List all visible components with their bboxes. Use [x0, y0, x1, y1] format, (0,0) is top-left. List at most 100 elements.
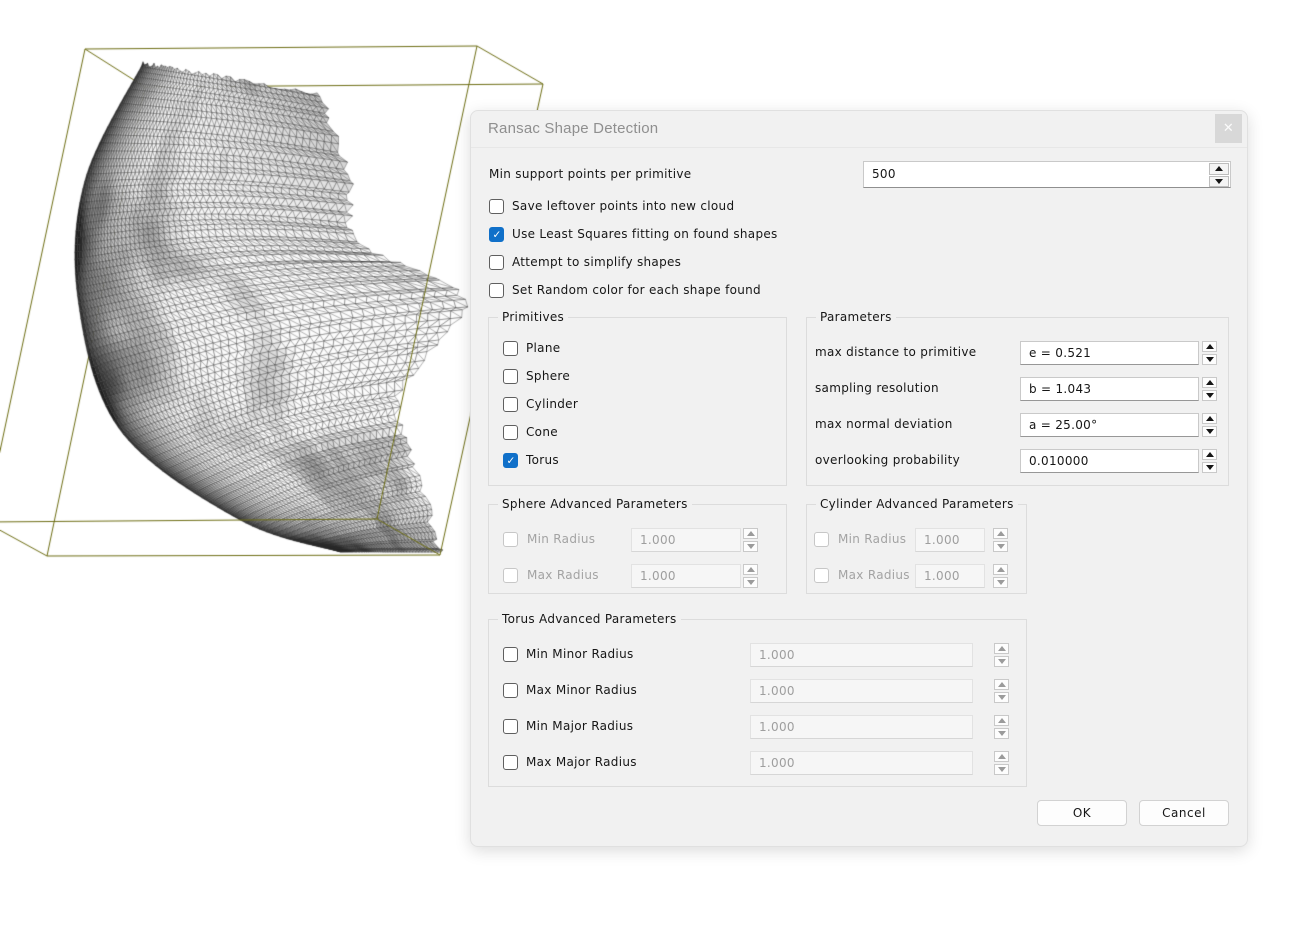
primitives-group-title: Primitives: [498, 309, 568, 325]
sampling-resolution-input[interactable]: b = 1.043: [1020, 377, 1199, 401]
down-arrow-icon: [997, 544, 1005, 549]
spin-down-button[interactable]: [994, 728, 1009, 739]
checkbox-cone-label: Cone: [526, 425, 558, 440]
checkbox-plane[interactable]: [503, 341, 518, 356]
checkbox-simplify-shapes-label: Attempt to simplify shapes: [512, 255, 681, 270]
close-icon[interactable]: ✕: [1215, 114, 1242, 143]
up-arrow-icon: [1206, 380, 1214, 385]
sphere-max-radius-input[interactable]: 1.000: [631, 564, 741, 588]
spin-up-button[interactable]: [1209, 163, 1229, 175]
up-arrow-icon: [1206, 416, 1214, 421]
down-arrow-icon: [1206, 429, 1214, 434]
spin-up-button[interactable]: [743, 528, 758, 539]
checkbox-least-squares-label: Use Least Squares fitting on found shape…: [512, 227, 778, 242]
down-arrow-icon: [998, 695, 1006, 700]
spin-down-button[interactable]: [994, 764, 1009, 775]
checkbox-torus-min-minor-radius[interactable]: [503, 647, 518, 662]
torus-min-major-radius-spinner: [994, 715, 1009, 739]
checkbox-torus-max-major-radius[interactable]: [503, 755, 518, 770]
spin-down-button[interactable]: [1202, 354, 1217, 365]
max-distance-input[interactable]: e = 0.521: [1020, 341, 1199, 365]
checkbox-save-leftover[interactable]: [489, 199, 504, 214]
spin-up-button[interactable]: [994, 715, 1009, 726]
sphere-max-radius-label: Max Radius: [527, 568, 599, 583]
spin-down-button[interactable]: [994, 656, 1009, 667]
up-arrow-icon: [747, 531, 755, 536]
spin-down-button[interactable]: [994, 692, 1009, 703]
spin-up-button[interactable]: [1202, 413, 1217, 424]
checkbox-least-squares[interactable]: [489, 227, 504, 242]
spin-up-button[interactable]: [994, 751, 1009, 762]
spin-up-button[interactable]: [993, 528, 1008, 539]
down-arrow-icon: [1206, 357, 1214, 362]
parameters-group-title: Parameters: [816, 309, 896, 325]
checkbox-torus-max-minor-radius[interactable]: [503, 683, 518, 698]
spin-down-button[interactable]: [1202, 462, 1217, 473]
cancel-button[interactable]: Cancel: [1139, 800, 1229, 826]
up-arrow-icon: [997, 567, 1005, 572]
checkbox-simplify-shapes[interactable]: [489, 255, 504, 270]
checkbox-cylinder[interactable]: [503, 397, 518, 412]
spin-up-button[interactable]: [1202, 377, 1217, 388]
down-arrow-icon: [998, 767, 1006, 772]
sphere-min-radius-spinner: [743, 528, 758, 552]
torus-max-major-radius-input[interactable]: 1.000: [750, 751, 973, 775]
sphere-advanced-title: Sphere Advanced Parameters: [498, 496, 692, 512]
down-arrow-icon: [747, 580, 755, 585]
checkbox-torus-min-major-radius[interactable]: [503, 719, 518, 734]
checkbox-torus[interactable]: [503, 453, 518, 468]
max-normal-deviation-input[interactable]: a = 25.00°: [1020, 413, 1199, 437]
down-arrow-icon: [1206, 465, 1214, 470]
checkbox-random-color[interactable]: [489, 283, 504, 298]
cylinder-min-radius-input[interactable]: 1.000: [915, 528, 985, 552]
checkbox-sphere-min-radius[interactable]: [503, 532, 518, 547]
sphere-advanced-group: Sphere Advanced Parameters Min Radius 1.…: [488, 504, 787, 594]
overlooking-probability-input[interactable]: 0.010000: [1020, 449, 1199, 473]
spin-up-button[interactable]: [1202, 449, 1217, 460]
min-support-label: Min support points per primitive: [489, 167, 691, 182]
max-normal-deviation-spinner: [1202, 413, 1217, 437]
ok-button[interactable]: OK: [1037, 800, 1127, 826]
spin-up-button[interactable]: [743, 564, 758, 575]
down-arrow-icon: [747, 544, 755, 549]
up-arrow-icon: [997, 531, 1005, 536]
min-support-spinner: [1209, 163, 1229, 187]
spin-down-button[interactable]: [993, 541, 1008, 552]
sphere-max-radius-spinner: [743, 564, 758, 588]
checkbox-cylinder-max-radius[interactable]: [814, 568, 829, 583]
cylinder-min-radius-spinner: [993, 528, 1008, 552]
down-arrow-icon: [998, 659, 1006, 664]
up-arrow-icon: [1206, 344, 1214, 349]
spin-down-button[interactable]: [993, 577, 1008, 588]
checkbox-sphere-max-radius[interactable]: [503, 568, 518, 583]
checkbox-sphere[interactable]: [503, 369, 518, 384]
max-distance-spinner: [1202, 341, 1217, 365]
spin-up-button[interactable]: [993, 564, 1008, 575]
overlooking-probability-label: overlooking probability: [815, 453, 960, 468]
down-arrow-icon: [997, 580, 1005, 585]
dialog-titlebar[interactable]: Ransac Shape Detection ✕: [471, 111, 1247, 148]
cylinder-max-radius-input[interactable]: 1.000: [915, 564, 985, 588]
parameters-group: Parameters max distance to primitive e =…: [806, 317, 1229, 486]
spin-up-button[interactable]: [994, 679, 1009, 690]
torus-min-minor-radius-input[interactable]: 1.000: [750, 643, 973, 667]
checkbox-cone[interactable]: [503, 425, 518, 440]
up-arrow-icon: [1215, 166, 1223, 171]
spin-down-button[interactable]: [1209, 176, 1229, 188]
spin-down-button[interactable]: [1202, 390, 1217, 401]
up-arrow-icon: [998, 646, 1006, 651]
checkbox-cylinder-min-radius[interactable]: [814, 532, 829, 547]
spin-down-button[interactable]: [743, 541, 758, 552]
spin-up-button[interactable]: [994, 643, 1009, 654]
sphere-min-radius-input[interactable]: 1.000: [631, 528, 741, 552]
up-arrow-icon: [998, 754, 1006, 759]
min-support-input[interactable]: 500: [863, 161, 1231, 188]
torus-min-major-radius-input[interactable]: 1.000: [750, 715, 973, 739]
spin-down-button[interactable]: [1202, 426, 1217, 437]
spin-down-button[interactable]: [743, 577, 758, 588]
up-arrow-icon: [747, 567, 755, 572]
down-arrow-icon: [1206, 393, 1214, 398]
checkbox-torus-label: Torus: [526, 453, 559, 468]
spin-up-button[interactable]: [1202, 341, 1217, 352]
torus-max-minor-radius-input[interactable]: 1.000: [750, 679, 973, 703]
